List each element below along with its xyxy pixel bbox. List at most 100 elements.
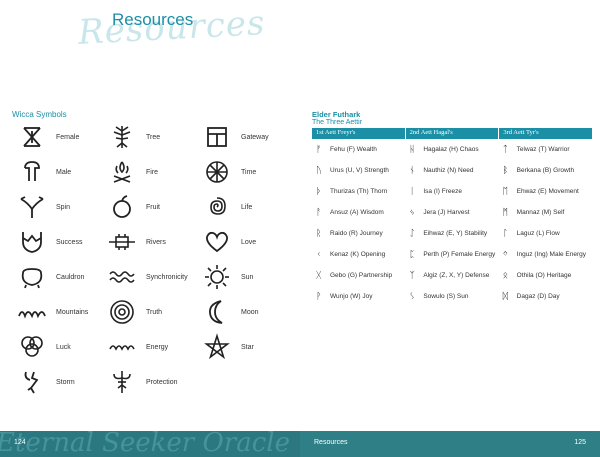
time-icon <box>203 158 231 186</box>
rune-label: Mannaz (M) Self <box>516 209 565 216</box>
rune-entry: ᛏ Telwaz (T) Warrior <box>499 145 592 155</box>
rune-label: Nauthiz (N) Need <box>423 167 474 174</box>
symbol-label: Fruit <box>146 203 160 211</box>
sun-icon <box>203 263 231 291</box>
aett-row: ᚢ Urus (U, V) Strength ᚾ Nauthiz (N) Need ᛒ B… <box>312 160 592 181</box>
success-icon <box>18 228 46 256</box>
rune-label: Wunjo (W) Joy <box>330 293 373 300</box>
fire-icon <box>108 158 136 186</box>
rune-glyph: ᛏ <box>502 144 509 155</box>
rune-glyph: ᛚ <box>502 228 509 239</box>
rune-glyph: ᛊ <box>409 291 415 302</box>
footer-script-title: Eternal Seeker Oracle <box>0 428 290 457</box>
symbol-luck: Luck <box>18 333 71 361</box>
aettir-header-row: 1st Aett Freyr's 2nd Aett Hagal's 3rd Ae… <box>312 128 593 139</box>
symbol-female: Female <box>18 123 79 151</box>
rune-label: Urus (U, V) Strength <box>330 167 389 174</box>
luck-icon <box>18 333 46 361</box>
moon-icon <box>203 298 231 326</box>
aettir-body: ᚠ Fehu (F) Wealth ᚺ Hagalaz (H) Chaos ᛏ Telwa… <box>312 139 592 307</box>
symbol-label: Time <box>241 168 257 176</box>
symbol-star: Star <box>203 333 254 361</box>
symbol-label: Fire <box>146 168 159 176</box>
rune-entry: ᚠ Fehu (F) Wealth <box>312 145 405 155</box>
storm-icon <box>18 368 46 396</box>
rune-label: Thurizas (Th) Thorn <box>330 188 388 195</box>
rune-glyph: ᛈ <box>409 249 415 260</box>
rune-label: Othila (O) Heritage <box>516 272 572 279</box>
symbol-storm: Storm <box>18 368 75 396</box>
aett-header-3: 3rd Aett Tyr's <box>499 128 593 139</box>
symbol-male: Male <box>18 158 71 186</box>
rune-entry: ᚾ Nauthiz (N) Need <box>405 166 498 176</box>
protection-icon <box>108 368 136 396</box>
rune-entry: ᚲ Kenaz (K) Opening <box>312 250 405 260</box>
symbol-truth: Truth <box>108 298 162 326</box>
symbol-label: Female <box>56 133 80 141</box>
symbol-synchronicity: Synchronicity <box>108 263 188 291</box>
rune-entry: ᚷ Gebo (G) Partnership <box>312 271 405 281</box>
rune-entry: ᛗ Mannaz (M) Self <box>499 208 592 218</box>
rune-glyph: ᚦ <box>316 186 322 197</box>
symbol-label: Sun <box>241 273 254 281</box>
rune-glyph: ᛇ <box>409 228 415 239</box>
symbol-label: Luck <box>56 343 71 351</box>
symbol-energy: Energy <box>108 333 168 361</box>
rune-entry: ᛈ Perth (P) Female Energy <box>405 250 498 260</box>
rune-glyph: ᚱ <box>316 228 322 239</box>
aett-row: ᚲ Kenaz (K) Opening ᛈ Perth (P) Female Ener… <box>312 244 592 265</box>
symbol-protection: Protection <box>108 368 178 396</box>
rune-label: Laguz (L) Flow <box>516 230 560 237</box>
rivers-icon <box>108 228 136 256</box>
rune-label: Isa (I) Freeze <box>423 188 462 195</box>
symbol-label: Synchronicity <box>146 273 188 281</box>
rune-glyph: ᛉ <box>409 270 415 281</box>
symbol-label: Protection <box>146 378 178 386</box>
symbol-label: Life <box>241 203 253 211</box>
rune-entry: ᚺ Hagalaz (H) Chaos <box>405 145 498 155</box>
symbol-gateway: Gateway <box>203 123 269 151</box>
symbol-label: Spin <box>56 203 71 211</box>
rune-label: Fehu (F) Wealth <box>330 146 377 153</box>
symbol-label: Male <box>56 168 72 176</box>
rune-entry: ᛜ Inguz (Ing) Male Energy <box>499 250 592 260</box>
rune-entry: ᚹ Wunjo (W) Joy <box>312 292 405 302</box>
male-icon <box>18 158 46 186</box>
rune-glyph: ᛖ <box>502 186 509 197</box>
page-title: Resources <box>112 10 194 29</box>
rune-entry: ᛁ Isa (I) Freeze <box>405 187 498 197</box>
life-icon <box>203 193 231 221</box>
aett-row: ᚷ Gebo (G) Partnership ᛉ Algiz (Z, X, Y) De… <box>312 265 592 286</box>
symbol-label: Mountains <box>56 308 89 316</box>
rune-label: Inguz (Ing) Male Energy <box>516 251 587 258</box>
energy-icon <box>108 333 136 361</box>
symbol-life: Life <box>203 193 252 221</box>
rune-label: Kenaz (K) Opening <box>330 251 386 258</box>
rune-entry: ᛃ Jera (J) Harvest <box>405 208 498 218</box>
symbol-cauldron: Cauldron <box>18 263 84 291</box>
rune-label: Telwaz (T) Warrior <box>516 146 570 153</box>
aett-header-2: 2nd Aett Hagal's <box>405 128 500 139</box>
rune-glyph: ᛟ <box>502 270 509 281</box>
aett-row: ᚱ Raido (R) Journey ᛇ Eihwaz (E, Y) Stabili… <box>312 223 592 244</box>
rune-glyph: ᚹ <box>316 291 322 302</box>
rune-label: Raido (R) Journey <box>330 230 383 237</box>
aett-row: ᚨ Ansuz (A) Wisdom ᛃ Jera (J) Harvest ᛗ Manna… <box>312 202 592 223</box>
symbol-label: Energy <box>146 343 169 351</box>
cauldron-icon <box>18 263 46 291</box>
aett-row: ᚠ Fehu (F) Wealth ᚺ Hagalaz (H) Chaos ᛏ Telwa… <box>312 139 592 160</box>
symbol-label: Star <box>241 343 254 351</box>
aettir-table: 1st Aett Freyr's 2nd Aett Hagal's 3rd Ae… <box>312 128 593 307</box>
rune-entry: ᛟ Othila (O) Heritage <box>499 271 592 281</box>
symbol-label: Storm <box>56 378 75 386</box>
mountains-icon <box>18 298 46 326</box>
rune-glyph: ᚺ <box>409 144 415 155</box>
symbol-success: Success <box>18 228 82 256</box>
female-icon <box>18 123 46 151</box>
page-footer: Eternal Seeker Oracle 124 Resources 125 <box>0 428 600 457</box>
rune-glyph: ᛞ <box>502 291 509 302</box>
rune-entry: ᛒ Berkana (B) Growth <box>499 166 592 176</box>
truth-icon <box>108 298 136 326</box>
rune-label: Dagaz (D) Day <box>516 293 560 300</box>
rune-glyph: ᚲ <box>316 249 322 260</box>
